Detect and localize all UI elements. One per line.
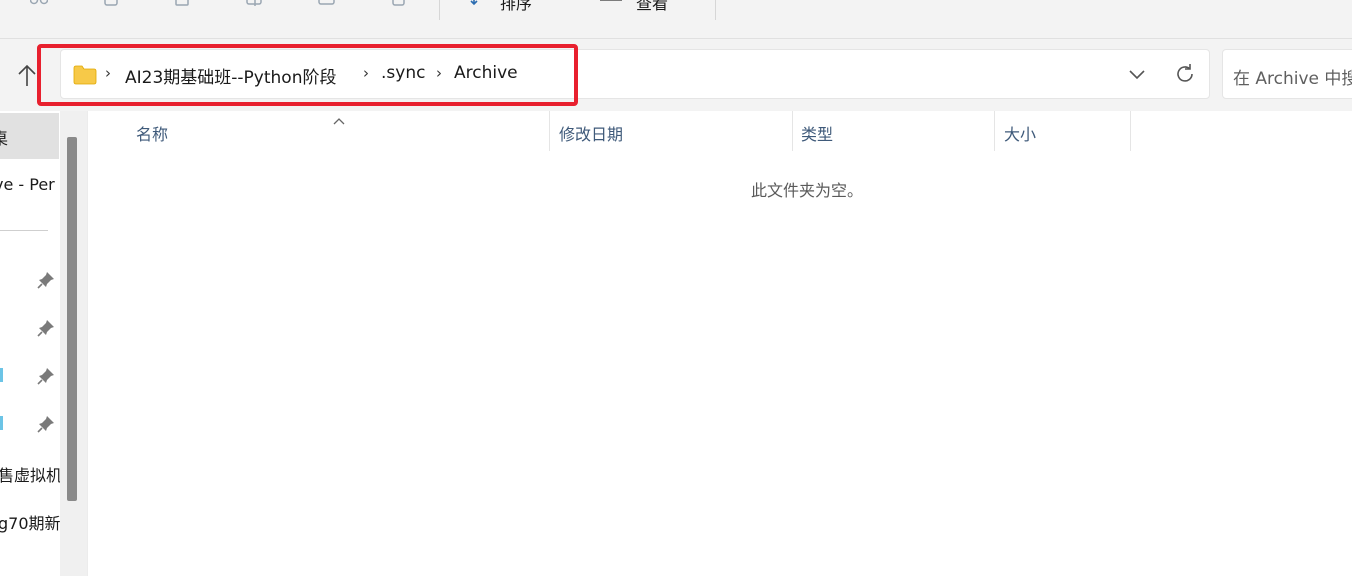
copy-icon[interactable] <box>103 0 121 8</box>
chevron-down-icon[interactable] <box>1127 64 1147 84</box>
share-icon[interactable] <box>30 0 48 8</box>
column-divider[interactable] <box>1130 111 1131 151</box>
navigation-pane: 桌 ve - Per 售虚拟机 g70期新 <box>0 111 88 576</box>
chevron-right-icon[interactable]: › <box>436 64 442 82</box>
chevron-right-icon[interactable]: › <box>105 64 111 82</box>
share-out-icon[interactable] <box>318 0 336 8</box>
up-arrow-icon[interactable] <box>12 61 42 91</box>
pin-icon[interactable] <box>37 319 55 337</box>
column-header-date[interactable]: 修改日期 <box>559 121 623 145</box>
toolbar-divider <box>715 0 716 20</box>
folder-icon-edge <box>0 416 3 430</box>
search-box[interactable]: 在 Archive 中搜 <box>1222 49 1352 99</box>
command-bar: 排序 查看 <box>0 0 1352 39</box>
breadcrumb-item[interactable]: AI23期基础班--Python阶段 <box>125 63 336 88</box>
column-divider[interactable] <box>792 111 793 151</box>
toolbar-divider <box>439 0 440 20</box>
scrollbar-thumb[interactable] <box>67 137 77 501</box>
column-divider[interactable] <box>549 111 550 151</box>
pin-icon[interactable] <box>37 271 55 289</box>
nav-item-selected[interactable]: 桌 <box>0 113 59 159</box>
sort-button[interactable]: 排序 <box>500 0 532 14</box>
sort-up-icon <box>332 111 346 125</box>
nav-item-course[interactable]: g70期新 <box>0 510 61 534</box>
view-button[interactable]: 查看 <box>636 0 668 14</box>
nav-divider <box>0 230 48 231</box>
refresh-icon[interactable] <box>1173 62 1197 86</box>
breadcrumb-item[interactable]: Archive <box>454 63 518 83</box>
navigation-row: › AI23期基础班--Python阶段 › .sync › Archive 在… <box>0 39 1352 111</box>
folder-icon-edge <box>0 368 3 382</box>
chevron-right-icon[interactable]: › <box>363 64 369 82</box>
paste-icon[interactable] <box>174 0 192 8</box>
view-icon <box>600 0 622 8</box>
sort-icon <box>470 0 488 8</box>
address-bar[interactable]: › AI23期基础班--Python阶段 › .sync › Archive <box>60 49 1210 99</box>
folder-icon <box>73 65 97 89</box>
empty-folder-message: 此文件夹为空。 <box>751 181 864 200</box>
column-header-size[interactable]: 大小 <box>1004 121 1036 145</box>
nav-item-onedrive[interactable]: ve - Per <box>0 175 55 194</box>
delete-icon[interactable] <box>390 0 408 8</box>
pin-icon[interactable] <box>37 415 55 433</box>
file-list: 名称 修改日期 类型 大小 此文件夹为空。 <box>89 111 1352 576</box>
column-header-name[interactable]: 名称 <box>136 121 168 145</box>
pin-icon[interactable] <box>37 367 55 385</box>
column-header-type[interactable]: 类型 <box>801 121 833 145</box>
nav-item-vm[interactable]: 售虚拟机 <box>0 462 62 486</box>
column-divider[interactable] <box>994 111 995 151</box>
breadcrumb-item[interactable]: .sync <box>381 63 425 83</box>
rename-icon[interactable] <box>246 0 264 8</box>
nav-item-label: 桌 <box>0 125 8 149</box>
search-placeholder: 在 Archive 中搜 <box>1233 69 1352 89</box>
